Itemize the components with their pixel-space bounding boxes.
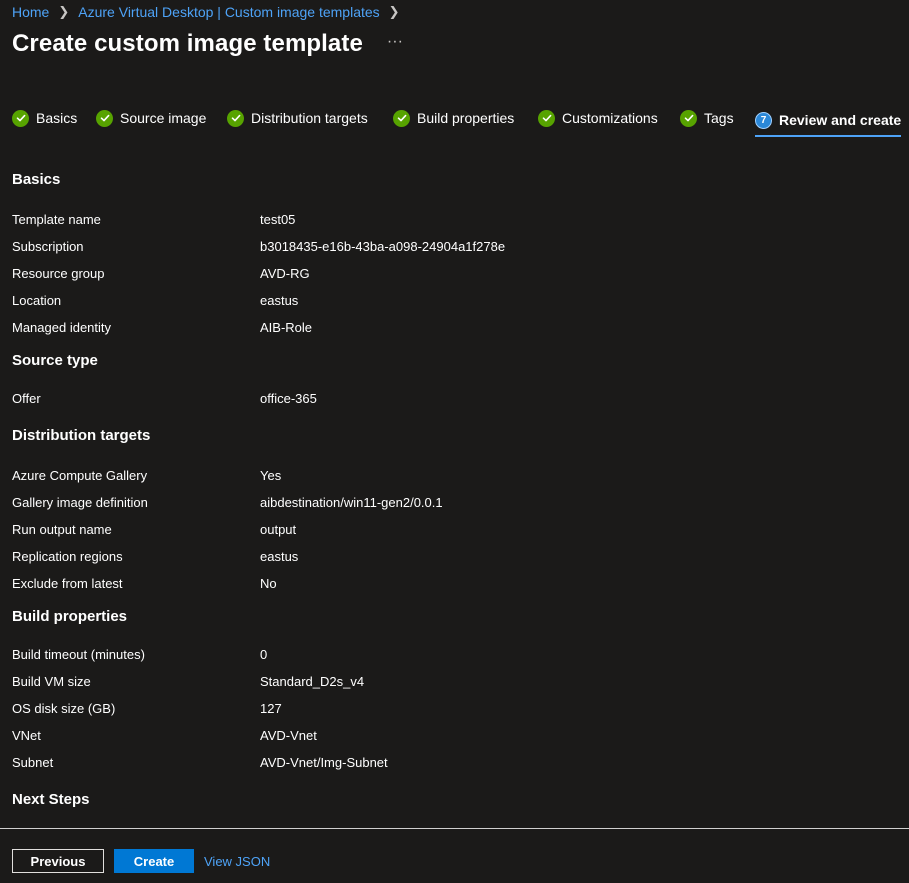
row-label: Replication regions bbox=[12, 549, 123, 564]
row-label: Subnet bbox=[12, 755, 54, 770]
row-value: AVD-Vnet bbox=[260, 728, 317, 743]
row-value: AIB-Role bbox=[260, 320, 313, 335]
breadcrumb-home-link[interactable]: Home bbox=[12, 4, 49, 20]
summary-row: Exclude from latest No bbox=[12, 570, 892, 597]
breadcrumb-avd-link[interactable]: Azure Virtual Desktop | Custom image tem… bbox=[78, 4, 379, 20]
step-number-badge: 7 bbox=[755, 111, 772, 129]
row-value: output bbox=[260, 522, 297, 537]
checkmark-icon bbox=[12, 109, 29, 127]
summary-row: Location eastus bbox=[12, 287, 892, 314]
summary-row: Run output name output bbox=[12, 516, 892, 543]
checkmark-icon bbox=[393, 109, 410, 127]
row-label: Run output name bbox=[12, 522, 112, 537]
row-value: aibdestination/win11-gen2/0.0.1 bbox=[260, 495, 443, 510]
chevron-right-icon: ❯ bbox=[388, 4, 400, 19]
row-value: b3018435-e16b-43ba-a098-24904a1f278e bbox=[260, 239, 506, 254]
tab-label: Basics bbox=[36, 110, 78, 126]
footer-divider bbox=[0, 828, 909, 829]
footer-actions: Previous Create View JSON bbox=[12, 849, 270, 873]
section-basics: Basics Template name test05 Subscription… bbox=[12, 168, 892, 341]
create-button[interactable]: Create bbox=[114, 849, 194, 873]
summary-row: Subnet AVD-Vnet/Img-Subnet bbox=[12, 749, 892, 776]
row-label: Gallery image definition bbox=[12, 495, 148, 510]
tab-label: Distribution targets bbox=[251, 110, 368, 126]
row-value: test05 bbox=[260, 212, 296, 227]
row-label: Build timeout (minutes) bbox=[12, 647, 145, 662]
summary-row: Build timeout (minutes) 0 bbox=[12, 641, 892, 668]
breadcrumb: Home ❯ Azure Virtual Desktop | Custom im… bbox=[12, 4, 403, 20]
section-source-type: Source type Offer office-365 bbox=[12, 349, 892, 412]
section-title: Distribution targets bbox=[12, 427, 151, 444]
row-value: 127 bbox=[260, 701, 282, 716]
summary-row: Offer office-365 bbox=[12, 385, 892, 412]
title-row: Create custom image template ··· bbox=[12, 30, 403, 58]
tab-customizations[interactable]: Customizations bbox=[538, 102, 658, 134]
row-value: eastus bbox=[260, 293, 299, 308]
section-title: Next Steps bbox=[12, 791, 90, 808]
review-content: Basics Template name test05 Subscription… bbox=[12, 168, 892, 812]
section-title: Basics bbox=[12, 171, 61, 188]
row-label: Managed identity bbox=[12, 320, 112, 335]
tab-label: Review and create bbox=[779, 112, 902, 128]
summary-row: Gallery image definition aibdestination/… bbox=[12, 489, 892, 516]
tab-source-image[interactable]: Source image bbox=[96, 102, 206, 134]
summary-row: Replication regions eastus bbox=[12, 543, 892, 570]
checkmark-icon bbox=[538, 109, 555, 127]
row-label: Location bbox=[12, 293, 62, 308]
checkmark-icon bbox=[680, 109, 697, 127]
row-label: Exclude from latest bbox=[12, 576, 123, 591]
view-json-link[interactable]: View JSON bbox=[204, 854, 270, 869]
tab-tags[interactable]: Tags bbox=[680, 102, 734, 134]
tab-build-properties[interactable]: Build properties bbox=[393, 102, 514, 134]
row-value: AVD-Vnet/Img-Subnet bbox=[260, 755, 388, 770]
row-label: Azure Compute Gallery bbox=[12, 468, 148, 483]
page-title: Create custom image template bbox=[12, 30, 363, 57]
row-label: Subscription bbox=[12, 239, 84, 254]
row-label: VNet bbox=[12, 728, 41, 743]
row-value: office-365 bbox=[260, 391, 317, 406]
summary-row: OS disk size (GB) 127 bbox=[12, 695, 892, 722]
checkmark-icon bbox=[96, 109, 113, 127]
summary-row: VNet AVD-Vnet bbox=[12, 722, 892, 749]
summary-row: Template name test05 bbox=[12, 206, 892, 233]
row-value: eastus bbox=[260, 549, 299, 564]
summary-row: Azure Compute Gallery Yes bbox=[12, 462, 892, 489]
tab-label: Customizations bbox=[562, 110, 658, 126]
more-options-icon[interactable]: ··· bbox=[387, 33, 403, 51]
row-label: Resource group bbox=[12, 266, 105, 281]
tab-distribution-targets[interactable]: Distribution targets bbox=[227, 102, 368, 134]
tab-label: Build properties bbox=[417, 110, 515, 126]
tab-review-and-create[interactable]: 7 Review and create bbox=[755, 104, 902, 137]
tab-label: Source image bbox=[120, 110, 207, 126]
row-value: Yes bbox=[260, 468, 282, 483]
section-title: Build properties bbox=[12, 608, 128, 625]
section-distribution-targets: Distribution targets Azure Compute Galle… bbox=[12, 424, 892, 597]
page: Home ❯ Azure Virtual Desktop | Custom im… bbox=[0, 0, 909, 883]
row-value: 0 bbox=[260, 647, 268, 662]
row-value: Standard_D2s_v4 bbox=[260, 674, 365, 689]
row-label: OS disk size (GB) bbox=[12, 701, 116, 716]
tab-label: Tags bbox=[704, 110, 734, 126]
wizard-tabs: Basics Source image Distribution targets… bbox=[12, 102, 902, 137]
row-label: Template name bbox=[12, 212, 101, 227]
summary-row: Resource group AVD-RG bbox=[12, 260, 892, 287]
checkmark-icon bbox=[227, 109, 244, 127]
row-label: Build VM size bbox=[12, 674, 91, 689]
section-title: Source type bbox=[12, 352, 98, 369]
summary-row: Build VM size Standard_D2s_v4 bbox=[12, 668, 892, 695]
summary-row: Subscription b3018435-e16b-43ba-a098-249… bbox=[12, 233, 892, 260]
row-value: No bbox=[260, 576, 277, 591]
row-label: Offer bbox=[12, 391, 41, 406]
row-value: AVD-RG bbox=[260, 266, 310, 281]
section-build-properties: Build properties Build timeout (minutes)… bbox=[12, 605, 892, 776]
previous-button[interactable]: Previous bbox=[12, 849, 104, 873]
summary-row: Managed identity AIB-Role bbox=[12, 314, 892, 341]
tab-basics[interactable]: Basics bbox=[12, 102, 77, 134]
section-next-steps: Next Steps bbox=[12, 788, 892, 812]
chevron-right-icon: ❯ bbox=[58, 4, 70, 19]
